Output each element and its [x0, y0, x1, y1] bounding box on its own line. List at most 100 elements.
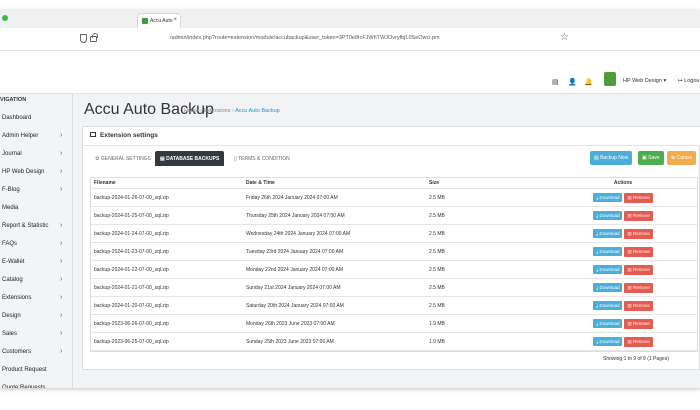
download-button[interactable]: ⤓ Download: [593, 318, 623, 328]
remove-button[interactable]: ▥ Remove: [624, 336, 653, 347]
download-label: Download: [599, 248, 620, 254]
sidebar-item-product-request[interactable]: Product Request: [0, 361, 72, 379]
remove-label: Remove: [633, 230, 650, 236]
remove-label: Remove: [633, 248, 650, 254]
download-button[interactable]: ⤓ Download: [593, 264, 623, 274]
cell-datetime: Wednesday 24th 2024 January 2024 07:00 A…: [243, 224, 426, 243]
sidebar-item-admin-helper[interactable]: Admin Helper ›: [0, 127, 72, 145]
sidebar-item-customers[interactable]: Customers ›: [0, 343, 72, 361]
table-row: backup-2024-01-24-07-00_sql.zip Wednesday…: [91, 224, 697, 243]
tab-database-backups[interactable]: ▤ DATABASE BACKUPS: [155, 151, 225, 166]
cell-size: 2.5 MB: [426, 260, 549, 279]
chevron-right-icon: ›: [60, 240, 63, 247]
sidebar-item-label: Admin Helper: [2, 133, 39, 139]
sidebar-item-label: Catalog: [2, 277, 23, 283]
download-button[interactable]: ⤓ Download: [593, 336, 623, 346]
remove-button[interactable]: ▥ Remove: [624, 300, 653, 311]
cancel-icon: ⊗: [671, 155, 676, 161]
cell-actions: ⤓ Download ▥ Remove: [549, 260, 697, 279]
extension-settings-panel: Extension settings ⚙ GENERAL SETTINGS ▤ …: [82, 126, 700, 370]
remove-button[interactable]: ▥ Remove: [624, 210, 653, 221]
download-label: Download: [599, 284, 620, 290]
remove-button[interactable]: ▥ Remove: [624, 318, 653, 329]
user-menu[interactable]: HP Web Design ▾: [623, 78, 666, 84]
cancel-button[interactable]: ⊗ Cancel: [667, 151, 697, 165]
breadcrumb-home[interactable]: Home: [184, 108, 199, 114]
cell-actions: ⤓ Download ▥ Remove: [549, 296, 697, 315]
sidebar-item-f-blog[interactable]: F-Blog ›: [0, 181, 72, 199]
url-text[interactable]: /admin/index.php?route=extension/module/…: [170, 35, 440, 41]
logout-icon: ↦: [678, 78, 683, 84]
bookmark-star-icon[interactable]: ☆: [560, 32, 569, 43]
tab-general-settings[interactable]: ⚙ GENERAL SETTINGS: [90, 151, 156, 166]
sidebar-item-media[interactable]: Media: [0, 199, 72, 217]
database-icon: ▤: [594, 155, 599, 161]
sidebar-item-catalog[interactable]: Catalog ›: [0, 271, 72, 289]
download-button[interactable]: ⤓ Download: [593, 228, 623, 238]
chevron-right-icon: ›: [60, 348, 63, 355]
table-header-row: Filename Date & Time Size Actions: [91, 178, 697, 189]
remove-button[interactable]: ▥ Remove: [624, 228, 653, 239]
cell-datetime: Friday 26th 2024 January 2024 07:00 AM: [243, 188, 426, 207]
sidebar-item-extensions[interactable]: Extensions ›: [0, 289, 72, 307]
sidebar-item-report-statistic[interactable]: Report & Statistic ›: [0, 217, 72, 235]
panel-title: Extension settings: [100, 132, 158, 139]
cell-size: 2.5 MB: [426, 206, 549, 225]
tab-terms-condition[interactable]: ▯ TERMS & CONDITION: [229, 151, 295, 166]
user-icon[interactable]: 👤: [568, 78, 577, 86]
sidebar-item-hp-web-design[interactable]: HP Web Design ›: [0, 163, 72, 181]
sidebar-item-sales[interactable]: Sales ›: [0, 325, 72, 343]
address-bar[interactable]: /admin/index.php?route=extension/module/…: [0, 28, 700, 51]
cell-filename: backup-2024-01-20-07-00_sql.zip: [91, 296, 243, 315]
download-button[interactable]: ⤓ Download: [593, 282, 623, 292]
browser-tab[interactable]: Accu Auto ×: [137, 13, 181, 28]
window-control-dot[interactable]: [2, 15, 8, 21]
download-button[interactable]: ⤓ Download: [593, 210, 623, 220]
table-row: backup-2023-06-26-07-00_sql.zip Monday 26…: [91, 314, 697, 333]
sidebar-item-quote-requests[interactable]: Quote Requests: [0, 379, 72, 388]
backup-now-label: Backup Now: [600, 155, 629, 161]
chevron-right-icon: ›: [60, 186, 63, 193]
tab-close-icon[interactable]: ×: [173, 17, 177, 23]
cell-datetime: Monday 22nd 2024 January 2024 07:00 AM: [243, 260, 426, 279]
cell-filename: backup-2024-01-25-07-00_sql.zip: [91, 206, 243, 225]
table-row: backup-2024-01-20-07-00_sql.zip Saturday …: [91, 296, 697, 315]
sidebar-item-e-wallet[interactable]: E-Wallet ›: [0, 253, 72, 271]
cell-filename: backup-2024-01-22-07-00_sql.zip: [91, 260, 243, 279]
user-name: HP Web Design: [623, 78, 662, 84]
download-button[interactable]: ⤓ Download: [593, 246, 623, 256]
sidebar-item-dashboard[interactable]: Dashboard: [0, 109, 72, 127]
chevron-right-icon: ›: [60, 312, 63, 319]
remove-button[interactable]: ▥ Remove: [624, 282, 653, 293]
store-icon[interactable]: ▤: [552, 78, 559, 86]
breadcrumb-separator: ›: [232, 108, 234, 114]
nav-heading: VIGATION: [0, 97, 27, 103]
sidebar-item-journal[interactable]: Journal ›: [0, 145, 72, 163]
remove-button[interactable]: ▥ Remove: [624, 246, 653, 257]
shield-icon: [80, 34, 87, 43]
lock-icon: [90, 33, 98, 42]
remove-button[interactable]: ▥ Remove: [624, 192, 653, 203]
sidebar-item-label: Report & Statistic: [2, 223, 49, 229]
cell-datetime: Sunday 25th 2023 June 2023 07:00 AM: [243, 332, 426, 351]
sidebar-item-design[interactable]: Design ›: [0, 307, 72, 325]
bell-icon[interactable]: 🔔: [584, 78, 593, 86]
backup-now-button[interactable]: ▤ Backup Now: [590, 151, 633, 165]
cell-actions: ⤓ Download ▥ Remove: [549, 206, 697, 225]
download-button[interactable]: ⤓ Download: [593, 300, 623, 310]
breadcrumb-separator: ›: [200, 108, 203, 114]
avatar[interactable]: [604, 72, 616, 86]
logout-link[interactable]: ↦ Logou: [678, 78, 699, 84]
remove-label: Remove: [633, 320, 650, 326]
breadcrumb-current[interactable]: Accu Auto Backup: [235, 108, 280, 114]
remove-label: Remove: [633, 302, 650, 308]
sidebar-item-faqs[interactable]: FAQs ›: [0, 235, 72, 253]
save-button[interactable]: ▣ Save: [638, 151, 664, 165]
remove-button[interactable]: ▥ Remove: [624, 264, 653, 275]
cell-filename: backup-2023-06-25-07-00_sql.zip: [91, 332, 243, 351]
download-label: Download: [599, 212, 620, 218]
cell-filename: backup-2024-01-23-07-00_sql.zip: [91, 242, 243, 261]
breadcrumb-extensions[interactable]: Extensions: [204, 108, 231, 114]
download-button[interactable]: ⤓ Download: [593, 192, 623, 202]
download-label: Download: [599, 338, 620, 344]
